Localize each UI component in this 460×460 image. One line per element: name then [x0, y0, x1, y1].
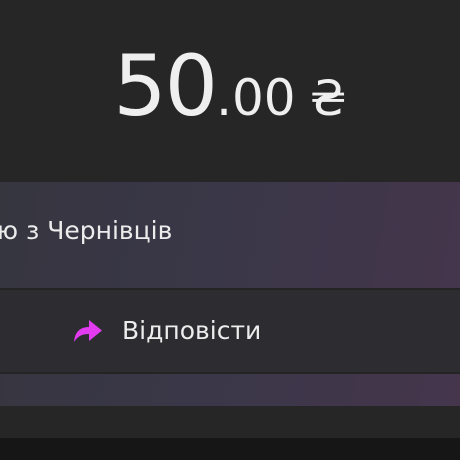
bottom-band	[0, 406, 460, 438]
reply-arrow-icon	[72, 317, 104, 345]
donation-message: ю з Чернівців	[0, 216, 173, 245]
divider	[0, 372, 460, 374]
reply-label: Відповісти	[122, 316, 262, 345]
donation-amount: 50.00 ₴	[0, 44, 460, 128]
donation-card: ю з Чернівців Відповісти	[0, 182, 460, 406]
reply-button[interactable]: Відповісти	[0, 290, 460, 372]
amount-integer: 50	[113, 37, 218, 135]
amount-decimal: .00	[216, 69, 296, 127]
bottom-bar	[0, 438, 460, 460]
currency-symbol: ₴	[309, 71, 347, 127]
amount-header: 50.00 ₴	[0, 0, 460, 182]
message-row: ю з Чернівців	[0, 182, 460, 288]
